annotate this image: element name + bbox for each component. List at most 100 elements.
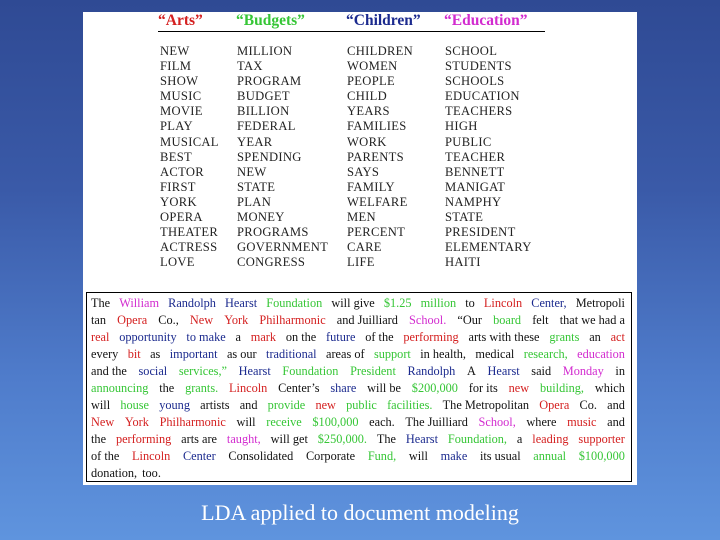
topic-word-budgets: board <box>493 313 522 327</box>
document-line: and the social services,” Hearst Foundation P… <box>91 363 625 380</box>
topic-word-arts: real <box>91 330 110 344</box>
document-word: Co. <box>579 398 597 412</box>
document-word: to <box>465 296 475 310</box>
document-word: every <box>91 347 119 361</box>
document-line: every bit as important as our traditional area… <box>91 346 625 363</box>
document-word: an <box>589 330 601 344</box>
document-word: too. <box>142 466 161 480</box>
document-word: of the <box>91 449 120 463</box>
topic-word: NEW <box>237 164 267 179</box>
document-line: donation, too. <box>91 465 625 482</box>
topic-word-budgets: grants. <box>185 381 219 395</box>
topic-word-children: to make <box>186 330 226 344</box>
document-word: donation, <box>91 466 138 480</box>
slide-caption: LDA applied to document modeling <box>201 500 519 525</box>
topic-word-arts: New <box>189 313 214 327</box>
topic-word-education: William <box>119 296 160 310</box>
topic-word-arts: performing <box>403 330 459 344</box>
document-word: will <box>91 398 111 412</box>
document-word: Co., <box>158 313 179 327</box>
topic-word-arts: York <box>124 415 149 429</box>
document-word: will <box>408 449 428 463</box>
topic-column-budgets: MILLION TAX PROGRAM BUDGET BILLION FEDERAL YEA… <box>237 44 347 270</box>
topic-word: YEAR <box>237 134 273 149</box>
topic-word: WOMEN <box>347 59 398 74</box>
document-word: where <box>526 415 557 429</box>
topic-word: CHILD <box>347 89 387 104</box>
document-word: and <box>607 398 625 412</box>
topic-word: MEN <box>347 210 376 225</box>
document-word: on the <box>285 330 317 344</box>
document-word: will <box>236 415 256 429</box>
topic-word: MONEY <box>237 210 285 225</box>
document-word: as our <box>226 347 257 361</box>
topic-word-arts: bit <box>127 347 141 361</box>
topic-word-budgets: $250,000. <box>317 432 367 446</box>
topic-word: FAMILY <box>347 179 395 194</box>
topic-word: PLAN <box>237 194 272 209</box>
topic-word-children: future <box>326 330 356 344</box>
topic-word-budgets: President <box>350 364 396 378</box>
topic-word-children: young <box>159 398 190 412</box>
document-word: and <box>239 398 258 412</box>
topic-word: STATE <box>237 179 276 194</box>
topic-word: TAX <box>237 59 263 74</box>
document-word: of the <box>365 330 394 344</box>
topic-word-budgets: house <box>120 398 150 412</box>
document-word: medical <box>475 347 515 361</box>
topic-word-children: make <box>440 449 468 463</box>
topic-word: FAMILIES <box>347 119 407 134</box>
topic-word-education: School. <box>409 313 447 327</box>
document-word: arts are <box>181 432 218 446</box>
topic-word-children: share <box>330 381 357 395</box>
document-word: artists <box>200 398 230 412</box>
document-word: a <box>235 330 241 344</box>
topic-word: PUBLIC <box>445 134 492 149</box>
topic-word-children: Hearst <box>238 364 271 378</box>
topic-word-arts: performing <box>115 432 172 446</box>
topic-word: HIGH <box>445 119 478 134</box>
document-word: A <box>467 364 476 378</box>
document-line: real opportunity to make a mark on the future o… <box>91 329 625 346</box>
topic-word: CONGRESS <box>237 255 306 270</box>
topic-word-education: School, <box>478 415 516 429</box>
topic-word-arts: Philharmonic <box>259 313 326 327</box>
topic-word: WELFARE <box>347 194 408 209</box>
topic-word: PROGRAMS <box>237 225 309 240</box>
topic-word-budgets: annual <box>533 449 567 463</box>
topic-word-budgets: million <box>420 296 457 310</box>
document-word: The <box>91 296 111 310</box>
topic-word: CHILDREN <box>347 44 414 58</box>
topic-word: TEACHER <box>445 149 506 164</box>
document-line: New York Philharmonic will receive $100,000 ea… <box>91 414 625 431</box>
document-word: The Juilliard <box>405 415 468 429</box>
topic-word-budgets: $100,000 <box>312 415 359 429</box>
topic-word-children: Center <box>182 449 216 463</box>
topic-word: SCHOOL <box>445 44 498 58</box>
topic-word-budgets: provide <box>267 398 306 412</box>
topic-word-children: Center, <box>531 296 567 310</box>
topic-title-budgets: “Budgets” <box>236 12 305 29</box>
topic-word-children: Randolph <box>407 364 456 378</box>
topic-header-row: “Arts” “Budgets” “Children” “Education” <box>158 12 545 32</box>
topic-title-arts: “Arts” <box>158 12 203 29</box>
topic-column-education: SCHOOL STUDENTS SCHOOLS EDUCATION TEACHERS HI… <box>445 44 555 270</box>
topic-word: ELEMENTARY <box>445 240 532 255</box>
topic-word-education: Monday <box>562 364 604 378</box>
topic-word: MANIGAT <box>445 179 506 194</box>
document-word: Metropoli <box>575 296 625 310</box>
topic-word-budgets: receive <box>266 415 302 429</box>
document-word: and Juilliard <box>336 313 398 327</box>
topic-word: MILLION <box>237 44 293 58</box>
topic-word-education: education <box>577 347 625 361</box>
topic-word-arts: music <box>567 415 597 429</box>
document-line: of the Lincoln Center Consolidated Corporate… <box>91 448 625 465</box>
topic-word-children: social <box>138 364 168 378</box>
topic-word-arts: Lincoln <box>483 296 523 310</box>
document-word: will be <box>367 381 401 395</box>
topic-word: PRESIDENT <box>445 225 516 240</box>
topic-word: FEDERAL <box>237 119 296 134</box>
topic-word-children: opportunity <box>119 330 177 344</box>
topic-word-budgets: building, <box>539 381 585 395</box>
topic-word-budgets: public <box>346 398 377 412</box>
